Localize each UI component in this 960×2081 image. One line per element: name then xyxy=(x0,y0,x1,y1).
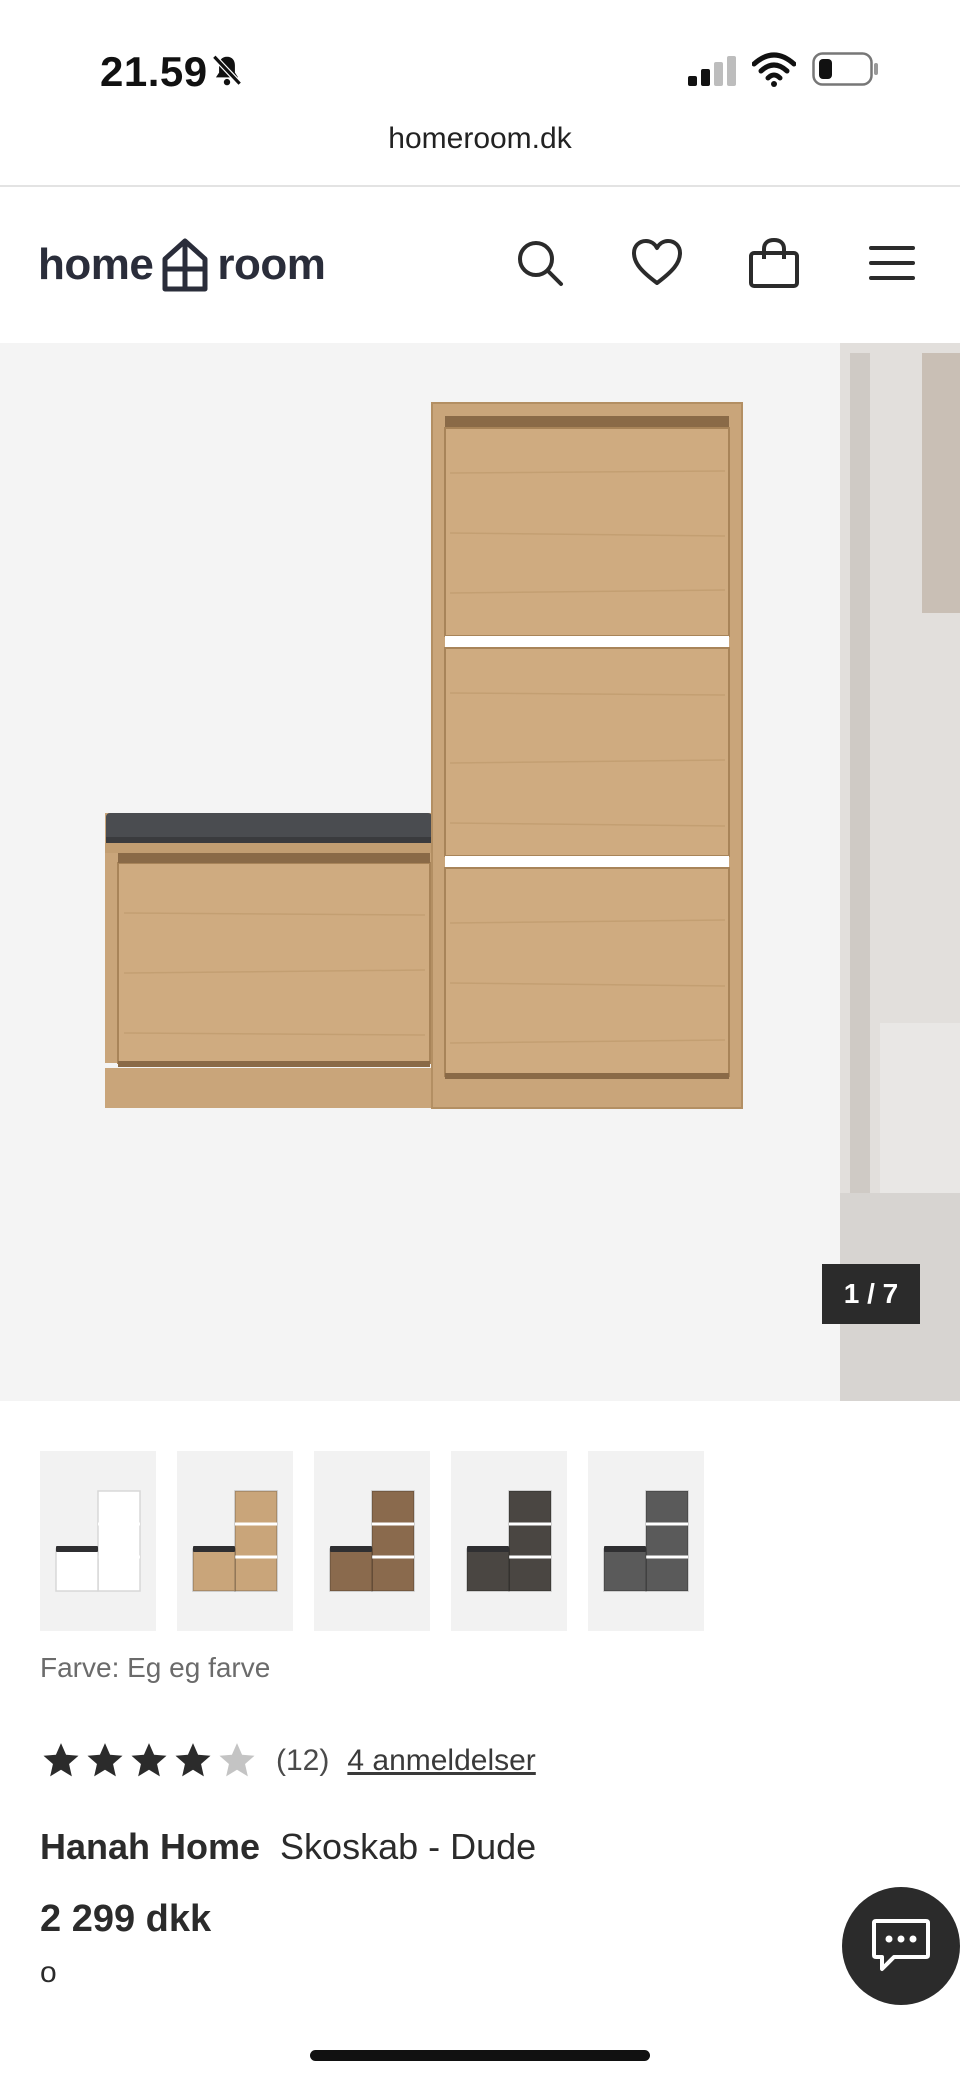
product-image xyxy=(105,402,743,1109)
bell-muted-icon xyxy=(208,52,246,95)
site-header: home room xyxy=(0,187,960,344)
variant-image xyxy=(192,1490,278,1592)
variant-thumb[interactable] xyxy=(314,1451,430,1631)
heart-icon[interactable] xyxy=(627,233,687,293)
menu-icon[interactable] xyxy=(862,233,922,293)
battery-icon xyxy=(812,52,880,91)
house-logo-icon xyxy=(162,238,208,292)
site-logo[interactable]: home room xyxy=(38,235,326,295)
status-bar: 21.59 xyxy=(0,0,960,120)
variant-image xyxy=(329,1490,415,1592)
variant-image xyxy=(55,1490,141,1592)
browser-url[interactable]: homeroom.dk xyxy=(0,122,960,156)
product-name: Skoskab - Dude xyxy=(280,1826,537,1867)
star-icon xyxy=(43,1743,79,1777)
chat-button[interactable] xyxy=(842,1887,960,2005)
product-subtext: o xyxy=(40,1956,57,1989)
home-indicator[interactable] xyxy=(310,2050,650,2061)
variant-thumb[interactable] xyxy=(451,1451,567,1631)
variant-thumb[interactable] xyxy=(177,1451,293,1631)
cellular-signal-icon xyxy=(688,56,738,91)
product-rating: (12) 4 anmeldelser xyxy=(40,1740,536,1782)
reviews-link[interactable]: 4 anmeldelser xyxy=(347,1744,535,1778)
star-icon xyxy=(175,1743,211,1777)
slide-counter: 1 / 7 xyxy=(822,1264,920,1324)
next-slide-preview[interactable] xyxy=(840,343,960,1401)
color-label: Farve: Eg eg farve xyxy=(40,1652,271,1683)
shopping-bag-icon[interactable] xyxy=(744,233,804,293)
star-icon xyxy=(219,1743,255,1777)
product-title: Hanah Home Skoskab - Dude xyxy=(40,1826,536,1868)
chat-icon xyxy=(872,1919,930,1971)
wifi-icon xyxy=(751,52,797,93)
star-icon xyxy=(131,1743,167,1777)
variant-image xyxy=(603,1490,689,1592)
product-brand: Hanah Home xyxy=(40,1826,261,1867)
status-time: 21.59 xyxy=(100,48,208,95)
rating-count: (12) xyxy=(276,1744,330,1777)
product-gallery[interactable]: 1 / 7 xyxy=(0,343,960,1401)
product-price: 2 299 dkk xyxy=(40,1898,212,1940)
search-icon[interactable] xyxy=(510,233,570,293)
logo-text-home: home xyxy=(38,240,154,289)
logo-text-room: room xyxy=(217,240,326,289)
variant-thumb[interactable] xyxy=(40,1451,156,1631)
rating-stars xyxy=(40,1740,260,1782)
variant-thumbnails xyxy=(40,1451,725,1631)
star-icon xyxy=(87,1743,123,1777)
variant-image xyxy=(466,1490,552,1592)
variant-thumb[interactable] xyxy=(588,1451,704,1631)
